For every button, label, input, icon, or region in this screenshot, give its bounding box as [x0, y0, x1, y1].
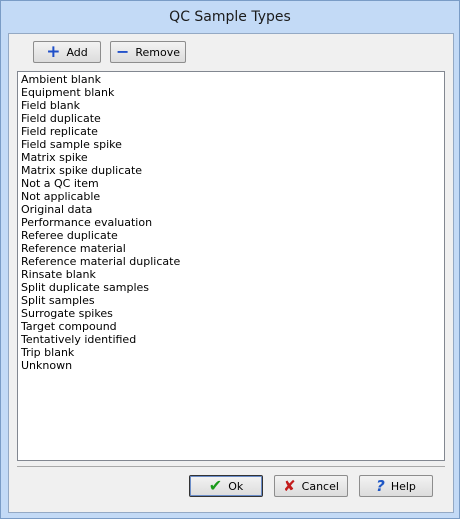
help-button-label: Help — [390, 479, 416, 493]
list-item[interactable]: Field sample spike — [20, 138, 442, 151]
list-item[interactable]: Not applicable — [20, 190, 442, 203]
dialog-client-area: + Add − Remove Ambient blank Equipment b… — [8, 33, 454, 513]
list-item[interactable]: Matrix spike duplicate — [20, 164, 442, 177]
list-item[interactable]: Equipment blank — [20, 86, 442, 99]
list-item[interactable]: Performance evaluation — [20, 216, 442, 229]
checkmark-icon: ✔ — [208, 476, 223, 495]
list-item[interactable]: Referee duplicate — [20, 229, 442, 242]
list-item[interactable]: Rinsate blank — [20, 268, 442, 281]
list-item[interactable]: Split samples — [20, 294, 442, 307]
list-item[interactable]: Not a QC item — [20, 177, 442, 190]
dialog-window: QC Sample Types + Add − Remove Ambient b… — [0, 0, 460, 519]
list-item[interactable]: Field duplicate — [20, 112, 442, 125]
ok-button-label: Ok — [228, 479, 244, 493]
list-item[interactable]: Field replicate — [20, 125, 442, 138]
cancel-button-label: Cancel — [301, 479, 339, 493]
ok-button[interactable]: ✔ Ok — [189, 475, 263, 497]
add-button[interactable]: + Add — [33, 41, 101, 63]
list-item[interactable]: Target compound — [20, 320, 442, 333]
list-item[interactable]: Reference material duplicate — [20, 255, 442, 268]
list-item[interactable]: Surrogate spikes — [20, 307, 442, 320]
add-button-label: Add — [66, 45, 88, 59]
list-item[interactable]: Split duplicate samples — [20, 281, 442, 294]
question-icon: ? — [376, 476, 385, 495]
minus-icon: − — [115, 42, 130, 61]
list-item[interactable]: Field blank — [20, 99, 442, 112]
remove-button-label: Remove — [135, 45, 181, 59]
qc-sample-types-list[interactable]: Ambient blank Equipment blank Field blan… — [17, 71, 445, 461]
list-item[interactable]: Tentatively identified — [20, 333, 442, 346]
window-title: QC Sample Types — [1, 1, 459, 33]
list-item[interactable]: Trip blank — [20, 346, 442, 359]
dialog-button-bar: ✔ Ok ✘ Cancel ? Help — [17, 466, 445, 505]
cancel-button[interactable]: ✘ Cancel — [274, 475, 348, 497]
list-item[interactable]: Original data — [20, 203, 442, 216]
remove-button[interactable]: − Remove — [110, 41, 186, 63]
list-item[interactable]: Reference material — [20, 242, 442, 255]
list-item[interactable]: Matrix spike — [20, 151, 442, 164]
help-button[interactable]: ? Help — [359, 475, 433, 497]
list-item[interactable]: Ambient blank — [20, 73, 442, 86]
x-icon: ✘ — [283, 476, 296, 495]
list-item[interactable]: Unknown — [20, 359, 442, 372]
toolbar: + Add − Remove — [9, 34, 453, 68]
plus-icon: + — [46, 41, 61, 62]
